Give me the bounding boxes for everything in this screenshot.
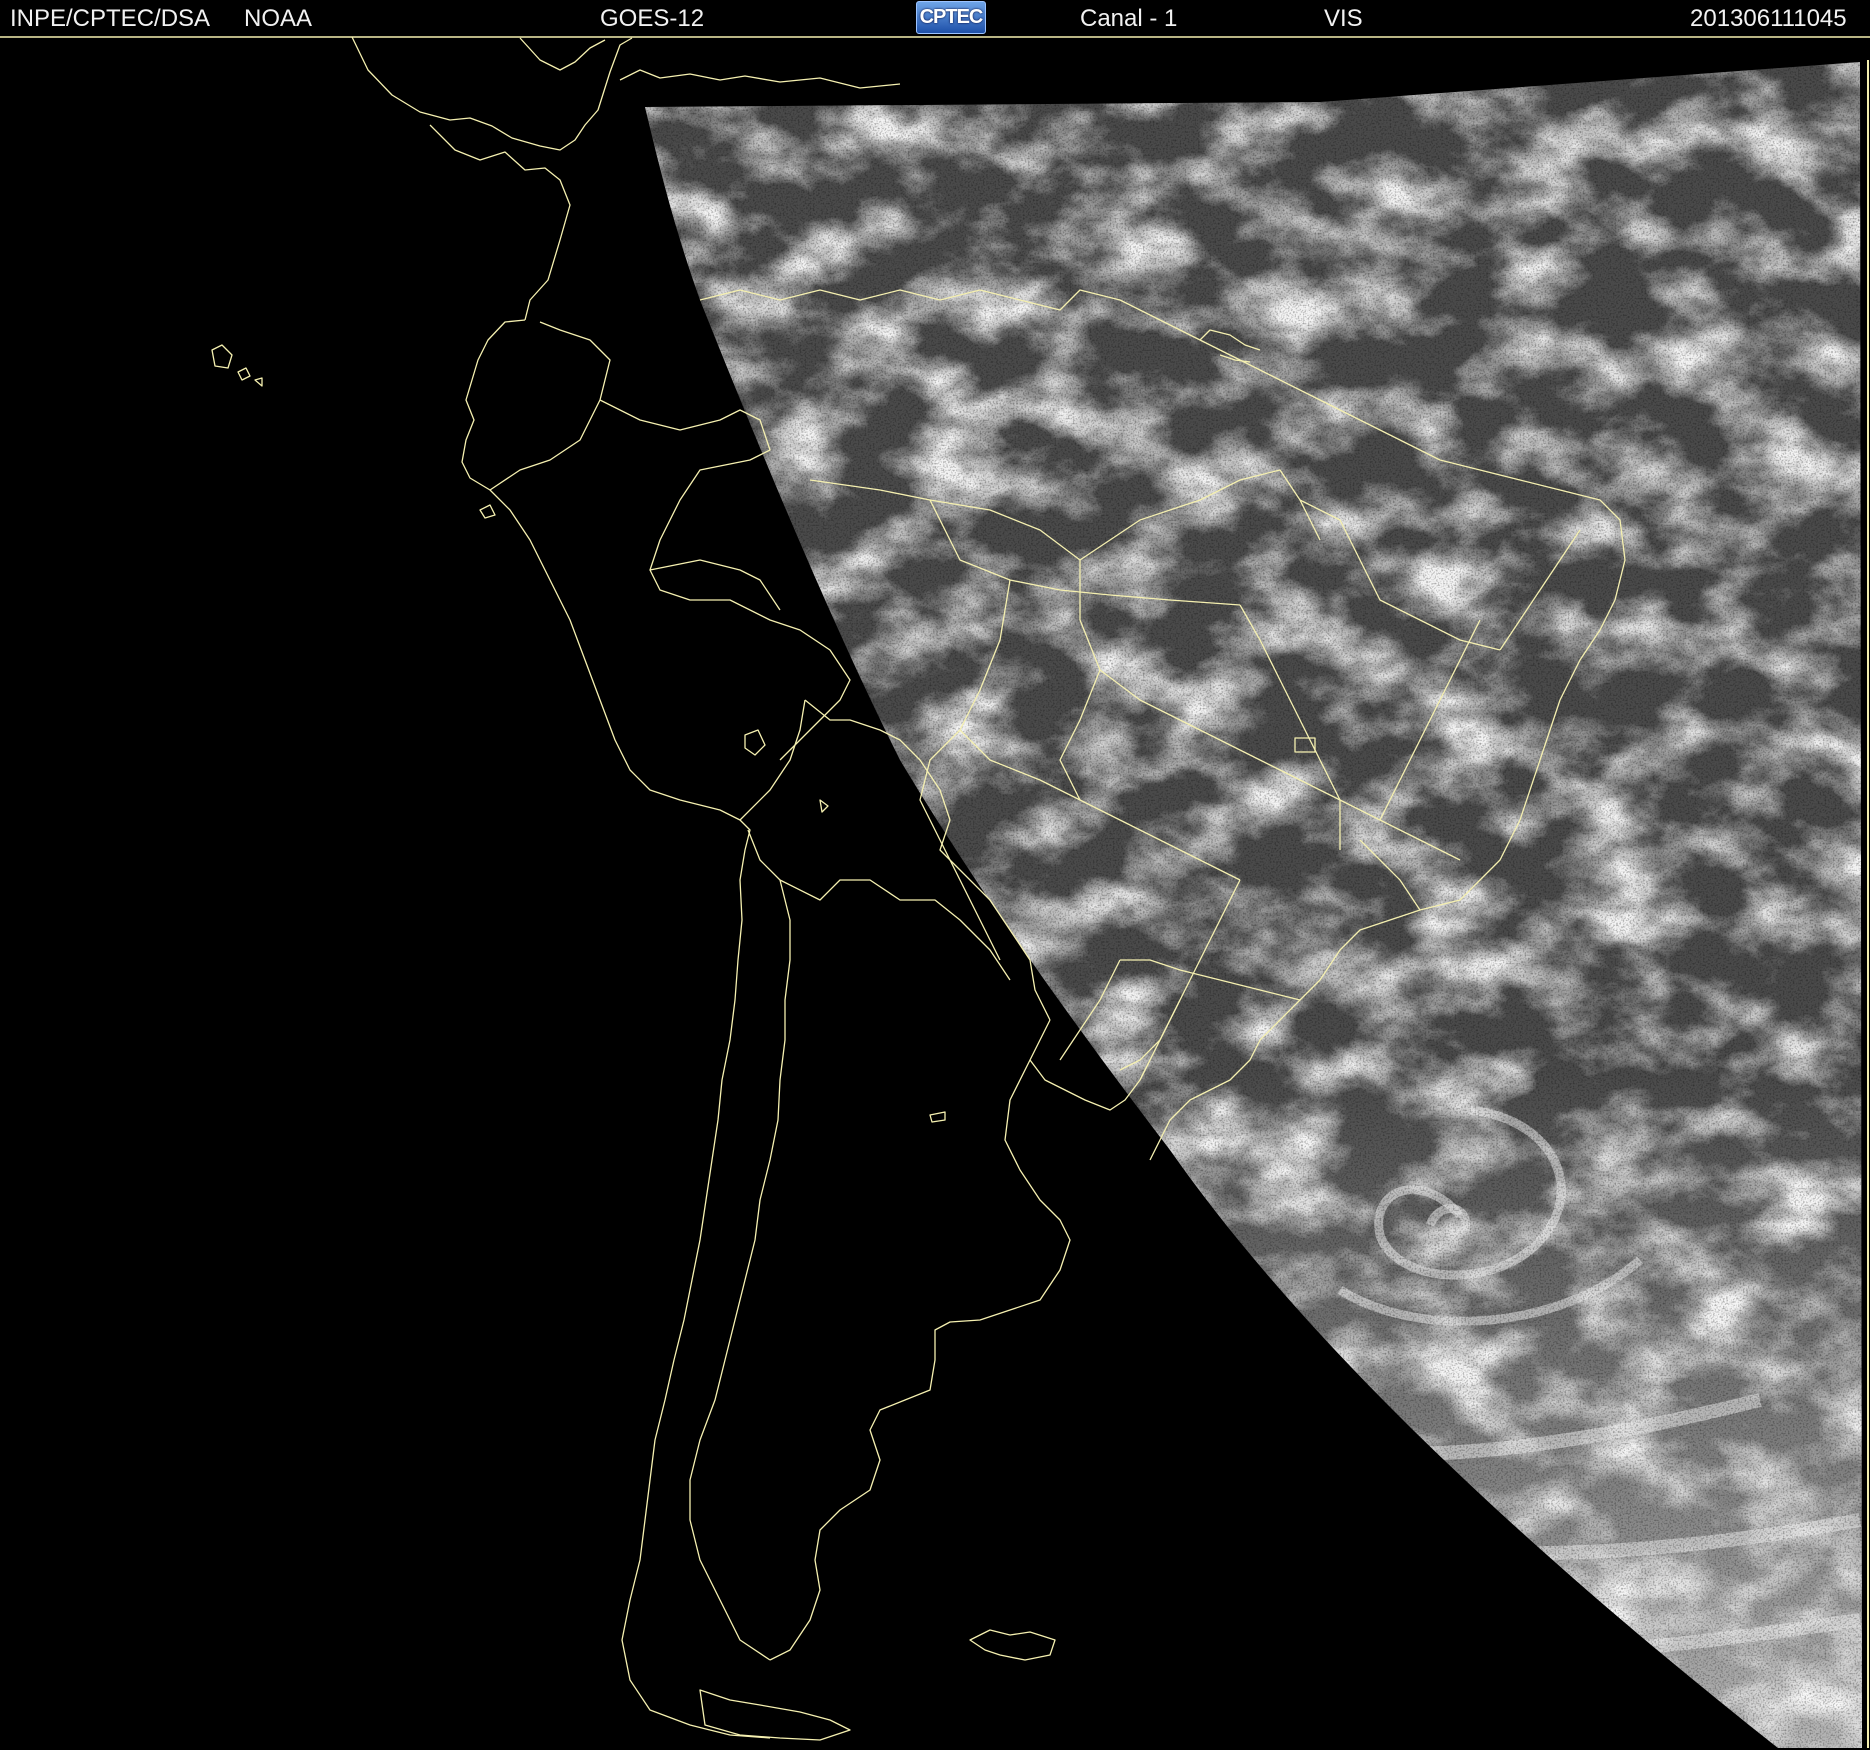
agency-label: NOAA	[244, 5, 313, 32]
channel-label: Canal - 1	[1080, 5, 1178, 32]
image-header-bar: INPE/CPTEC/DSA NOAA GOES-12 CPTEC Canal …	[0, 0, 1870, 36]
satellite-image	[0, 36, 1870, 1748]
band-label: VIS	[1324, 5, 1363, 32]
source-label: INPE/CPTEC/DSA	[10, 5, 211, 32]
satellite-label: GOES-12	[600, 5, 705, 32]
logo-text: CPTEC	[919, 6, 984, 28]
satellite-image-frame	[0, 36, 1870, 1750]
timestamp-label: 201306111045	[1690, 5, 1847, 32]
daylit-region	[645, 62, 1862, 1748]
cptec-logo-icon: CPTEC	[916, 1, 986, 34]
